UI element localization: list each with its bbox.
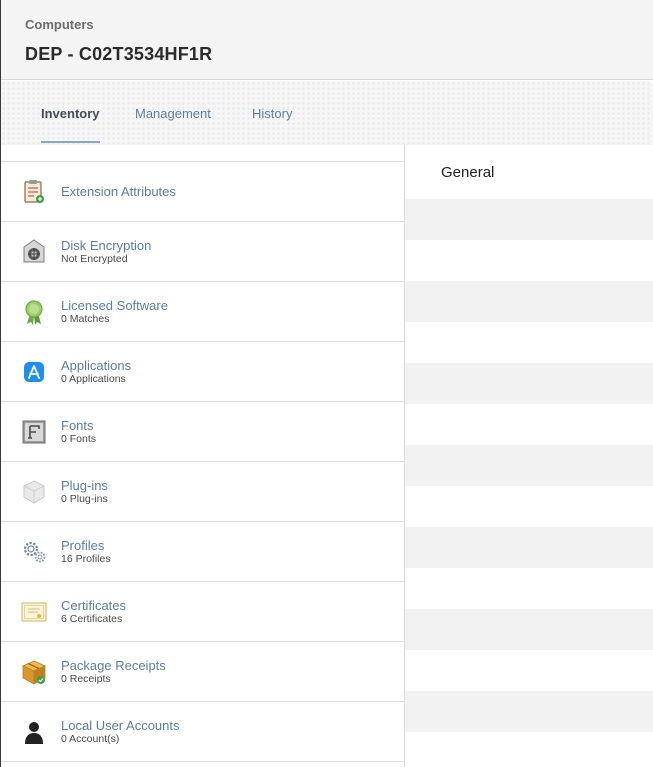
table-row bbox=[405, 199, 653, 240]
sidebar-item-label: Local User Accounts bbox=[61, 718, 180, 733]
active-tab-indicator bbox=[41, 141, 100, 143]
tab-bar: Inventory Management History bbox=[1, 81, 653, 145]
sidebar-item-label: Applications bbox=[61, 358, 132, 373]
sidebar-item-certificates[interactable]: Certificates 6 Certificates bbox=[1, 582, 405, 642]
breadcrumb[interactable]: Computers bbox=[25, 17, 94, 32]
sidebar-item-label: Extension Attributes bbox=[61, 184, 176, 199]
clipboard-add-icon bbox=[19, 177, 49, 207]
certificate-icon bbox=[19, 597, 49, 627]
table-row bbox=[405, 445, 653, 486]
app-store-icon bbox=[19, 357, 49, 387]
table-row bbox=[405, 609, 653, 650]
sidebar-item-local-user-accounts[interactable]: Local User Accounts 0 Account(s) bbox=[1, 702, 405, 762]
sidebar-item-count: 16 Profiles bbox=[61, 553, 111, 565]
package-icon bbox=[19, 657, 49, 687]
sidebar-item-applications[interactable]: Applications 0 Applications bbox=[1, 342, 405, 402]
window-edge bbox=[0, 0, 1, 767]
disk-vault-icon bbox=[19, 237, 49, 267]
gears-icon bbox=[19, 537, 49, 567]
detail-panel: General bbox=[405, 145, 653, 767]
sidebar-item-label: Profiles bbox=[61, 538, 105, 553]
page-title: DEP - C02T3534HF1R bbox=[25, 44, 213, 64]
tab-inventory[interactable]: Inventory bbox=[41, 106, 100, 121]
sidebar-item-label: Package Receipts bbox=[61, 658, 166, 673]
sidebar-item-licensed-software[interactable]: Licensed Software 0 Matches bbox=[1, 282, 405, 342]
table-row bbox=[405, 691, 653, 732]
sidebar-item-count: 0 Fonts bbox=[61, 433, 97, 445]
plugin-cube-icon bbox=[19, 477, 49, 507]
table-row bbox=[405, 363, 653, 404]
sidebar-item-extension-attributes[interactable]: Extension Attributes bbox=[1, 162, 405, 222]
page-header: Computers DEP - C02T3534HF1R bbox=[1, 0, 653, 80]
table-row bbox=[405, 281, 653, 322]
table-row bbox=[405, 527, 653, 568]
sidebar-item-label: Disk Encryption bbox=[61, 238, 152, 253]
sidebar-item-label: Fonts bbox=[61, 418, 94, 433]
sidebar-item-count: 0 Matches bbox=[61, 313, 110, 325]
sidebar-item-package-receipts[interactable]: Package Receipts 0 Receipts bbox=[1, 642, 405, 702]
sidebar-item-count: 6 Certificates bbox=[61, 613, 123, 625]
section-title: General bbox=[441, 164, 495, 181]
inventory-sidebar: Extension Attributes Disk Encryption Not… bbox=[1, 145, 405, 767]
sidebar-item-count: 0 Receipts bbox=[61, 673, 111, 685]
sidebar-item-count: 0 Applications bbox=[61, 373, 126, 385]
sidebar-item-count: 0 Account(s) bbox=[61, 733, 120, 745]
award-ribbon-icon bbox=[19, 297, 49, 327]
tab-history[interactable]: History bbox=[252, 106, 292, 121]
sidebar-item-fonts[interactable]: Fonts 0 Fonts bbox=[1, 402, 405, 462]
sidebar-item-label: Licensed Software bbox=[61, 298, 168, 313]
font-icon bbox=[19, 417, 49, 447]
sidebar-item-profiles[interactable]: Profiles 16 Profiles bbox=[1, 522, 405, 582]
sidebar-item-label: Certificates bbox=[61, 598, 127, 613]
user-silhouette-icon bbox=[19, 717, 49, 747]
sidebar-item-count: Not Encrypted bbox=[61, 253, 128, 265]
sidebar-item-count: 0 Plug-ins bbox=[61, 493, 108, 505]
tab-management[interactable]: Management bbox=[135, 106, 211, 121]
sidebar-item-label: Plug-ins bbox=[61, 478, 108, 493]
sidebar-item-disk-encryption[interactable]: Disk Encryption Not Encrypted bbox=[1, 222, 405, 282]
sidebar-item-plug-ins[interactable]: Plug-ins 0 Plug-ins bbox=[1, 462, 405, 522]
